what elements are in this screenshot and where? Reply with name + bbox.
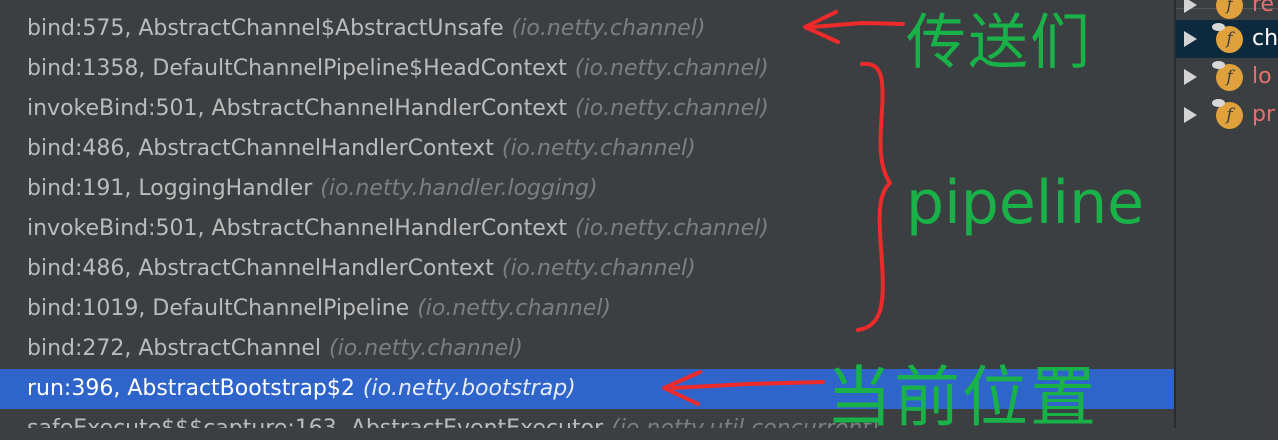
arrow-to-first-frame xyxy=(803,10,905,44)
pipeline-brace xyxy=(856,61,892,332)
annotation-portal-label: 传送们 xyxy=(906,8,1092,78)
arrow-to-current-frame xyxy=(662,370,825,406)
annotation-pipeline-label: pipeline xyxy=(906,168,1145,238)
annotation-current-position-label: 当前位置 xyxy=(826,359,1098,436)
